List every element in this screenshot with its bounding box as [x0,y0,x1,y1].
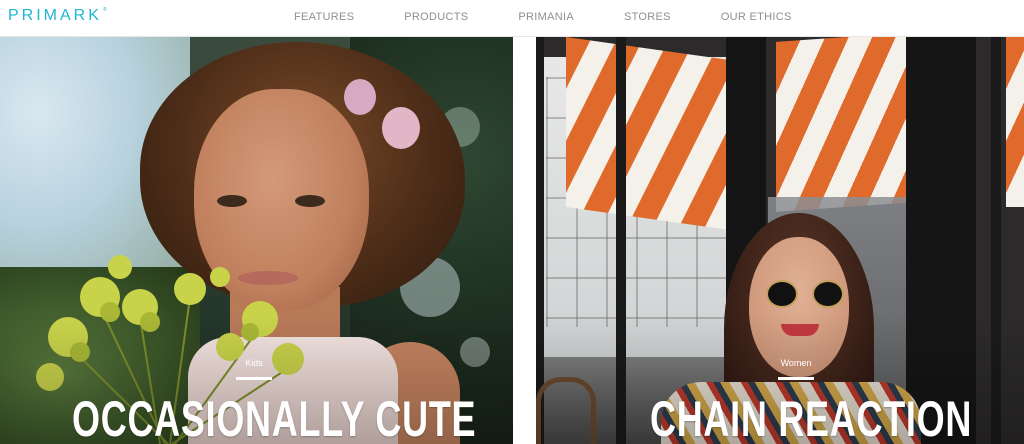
category-underline [236,377,272,380]
primark-logo[interactable]: PRIMARK® [8,7,107,25]
top-navigation-bar: PRIMARK® FEATURES PRODUCTS PRIMANIA STOR… [0,0,1024,37]
sunglasses-left-lens [766,280,798,308]
nav-primania[interactable]: PRIMANIA [518,10,574,24]
child-left-eye [217,195,247,207]
kids-headline[interactable]: OCCASIONALLY CUTE [72,389,476,444]
striped-awning [1006,37,1024,207]
nav-products[interactable]: PRODUCTS [404,10,468,24]
sunglasses-right-lens [812,280,844,308]
hair-bow [382,107,420,149]
kids-category-link[interactable]: Kids [224,358,284,368]
registered-mark: ® [102,7,107,13]
hero-kids[interactable]: Kids OCCASIONALLY CUTE [0,37,513,444]
hair-bow [344,79,376,115]
nav-our-ethics[interactable]: OUR ETHICS [721,10,792,24]
page: PRIMARK® FEATURES PRODUCTS PRIMANIA STOR… [0,0,1024,444]
women-category-link[interactable]: Women [766,358,826,368]
logo-text: PRIMARK [8,7,102,24]
main-nav: FEATURES PRODUCTS PRIMANIA STORES OUR ET… [294,10,792,24]
women-headline[interactable]: CHAIN REACTION [650,389,972,444]
category-underline [778,377,814,380]
striped-awning [776,37,916,212]
hero-women[interactable]: Women CHAIN REACTION [536,37,1024,444]
hero-divider [513,37,536,444]
nav-stores[interactable]: STORES [624,10,671,24]
nav-features[interactable]: FEATURES [294,10,354,24]
child-right-eye [295,195,325,207]
striped-awning [566,37,726,230]
